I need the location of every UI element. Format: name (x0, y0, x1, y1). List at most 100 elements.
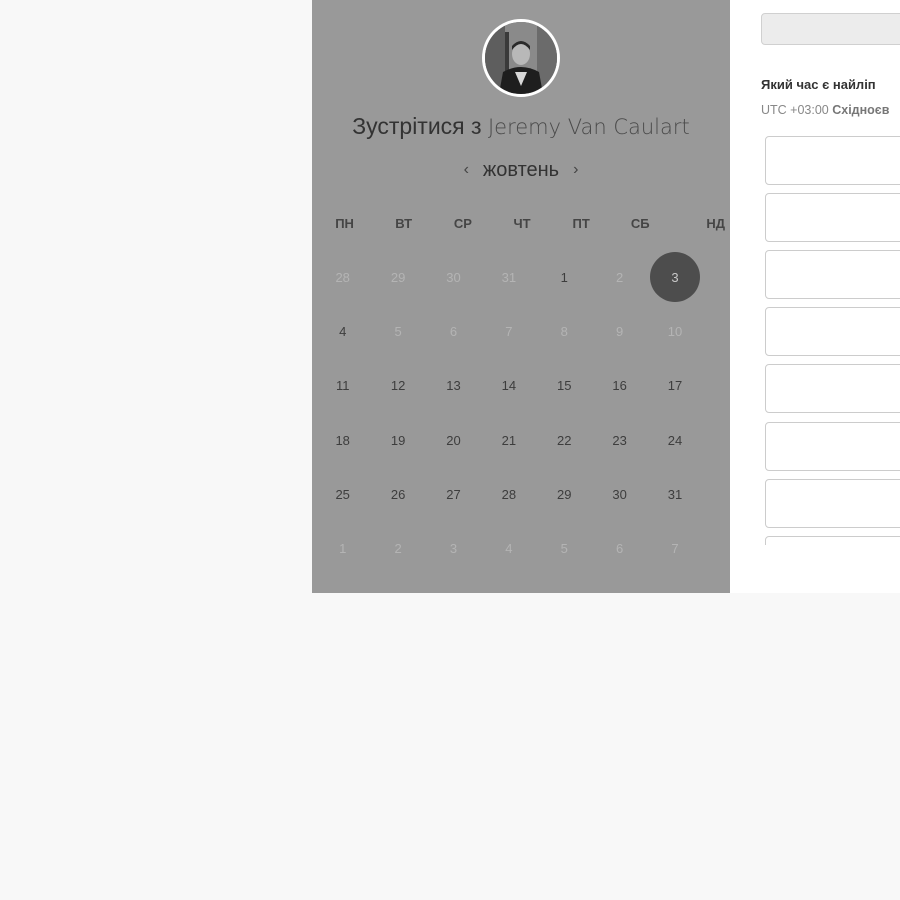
calendar-day-label: 28 (501, 486, 517, 502)
calendar-day[interactable]: 12 (370, 359, 425, 413)
calendar-day-label: 2 (616, 269, 624, 285)
calendar-day[interactable]: 22 (537, 413, 592, 467)
top-field[interactable] (761, 13, 900, 45)
calendar-day[interactable]: 18 (315, 413, 370, 467)
calendar-day-label: 18 (335, 432, 350, 448)
weekday-header: ПН ВТ СР ЧТ ПТ СБ НД (315, 216, 729, 231)
calendar-day: 6 (592, 521, 647, 575)
calendar-day[interactable]: 21 (481, 413, 536, 467)
time-slot[interactable] (765, 479, 900, 528)
calendar-day[interactable]: 25 (315, 467, 370, 521)
calendar-day-label: 4 (505, 541, 513, 557)
calendar-day[interactable]: 4 (315, 304, 370, 358)
calendar-day[interactable]: 16 (592, 359, 647, 413)
calendar-day[interactable]: 24 (647, 413, 702, 467)
calendar-day-label: 3 (449, 541, 458, 557)
calendar-day-label: 26 (390, 486, 406, 502)
calendar-day-label: 30 (446, 269, 461, 285)
time-slot[interactable] (765, 307, 900, 356)
calendar-day-label: 31 (667, 486, 683, 502)
calendar-day[interactable]: 30 (592, 467, 647, 521)
list-clip (730, 545, 900, 593)
calendar-day-label: 19 (390, 432, 406, 448)
calendar-day: 10 (647, 304, 702, 358)
time-slots-panel: Який час є найліп UTC +03:00 Східноєв (730, 0, 900, 593)
calendar-day[interactable]: 11 (315, 359, 370, 413)
calendar-day-label: 13 (446, 378, 461, 394)
calendar-day: 1 (315, 521, 370, 575)
calendar-day[interactable]: 20 (426, 413, 481, 467)
calendar-day[interactable]: 17 (647, 359, 702, 413)
calendar-day-label: 6 (449, 323, 458, 339)
time-slot[interactable] (765, 136, 900, 185)
calendar-day-label: 15 (557, 378, 572, 394)
calendar-day-label: 8 (560, 323, 568, 339)
calendar-day[interactable]: 27 (426, 467, 481, 521)
host-avatar (482, 19, 560, 97)
calendar-day-label: 14 (501, 378, 517, 394)
calendar-day: 2 (592, 250, 647, 304)
calendar-day-label: 21 (501, 432, 517, 448)
host-photo (485, 22, 557, 94)
chevron-right-icon[interactable]: › (559, 161, 592, 179)
calendar-day[interactable]: 29 (537, 467, 592, 521)
calendar-day-label: 11 (335, 378, 350, 394)
calendar-day: 6 (426, 304, 481, 358)
calendar-day-label: 29 (390, 269, 406, 285)
calendar-day-label: 5 (394, 323, 402, 339)
calendar-day: 3 (426, 521, 481, 575)
calendar-day: 28 (315, 250, 370, 304)
calendar-day-label: 5 (560, 541, 568, 557)
weekday-label: ПН (335, 216, 354, 231)
weekday-label: ВТ (395, 216, 413, 231)
calendar-day-label: 30 (612, 486, 627, 502)
calendar-day[interactable]: 1 (537, 250, 592, 304)
calendar-day: 7 (647, 521, 702, 575)
calendar-day-label: 22 (557, 432, 572, 448)
calendar-day: 7 (481, 304, 536, 358)
time-slot[interactable] (765, 193, 900, 242)
calendar-day-label: 2 (394, 541, 402, 557)
time-slot[interactable] (765, 250, 900, 299)
calendar-day: 2 (370, 521, 425, 575)
calendar-day-label: 23 (612, 432, 627, 448)
meeting-title: Зустрітися з Jeremy Van Caulart (312, 113, 730, 140)
calendar-day[interactable]: 31 (647, 467, 702, 521)
calendar-day-label: 4 (339, 323, 347, 339)
current-month: жовтень (482, 159, 560, 181)
calendar-day: 8 (537, 304, 592, 358)
calendar-day[interactable]: 15 (537, 359, 592, 413)
calendar-days-grid: 28 29 30 31 1 2 3 4 5 6 7 8 9 10 11 12 13 14 15 16 17 18 19 20 2… (315, 250, 701, 576)
calendar-day-label: 12 (390, 378, 406, 394)
calendar-day-label: 29 (557, 486, 572, 502)
calendar-day[interactable]: 26 (370, 467, 425, 521)
timezone-name: Східноєв (832, 103, 890, 117)
calendar-day-label: 24 (667, 432, 683, 448)
time-slot[interactable] (765, 364, 900, 413)
calendar-day[interactable]: 13 (426, 359, 481, 413)
calendar-day: 9 (592, 304, 647, 358)
weekday-label: СБ (630, 216, 650, 231)
calendar-day-label: 28 (335, 269, 350, 285)
calendar-day[interactable]: 28 (481, 467, 536, 521)
calendar-day-label: 27 (446, 486, 461, 502)
timezone-label[interactable]: UTC +03:00 Східноєв (761, 103, 889, 117)
time-slot[interactable] (765, 422, 900, 471)
calendar-day: 31 (481, 250, 536, 304)
month-navigation: ‹ жовтень › (312, 159, 730, 182)
calendar-day-label: 25 (335, 486, 350, 502)
chevron-left-icon[interactable]: ‹ (450, 161, 483, 179)
weekday-label: СР (453, 216, 472, 231)
calendar-day-selected[interactable]: 3 (647, 250, 702, 304)
calendar-day: 5 (370, 304, 425, 358)
calendar-day: 29 (370, 250, 425, 304)
utc-offset: UTC +03:00 (761, 103, 829, 117)
calendar-day[interactable]: 23 (592, 413, 647, 467)
calendar-day[interactable]: 14 (481, 359, 536, 413)
calendar-day[interactable]: 19 (370, 413, 425, 467)
weekday-label: ПТ (572, 216, 590, 231)
calendar-day-label: 6 (616, 541, 624, 557)
weekday-label: НД (706, 216, 725, 231)
calendar-day-label: 7 (671, 541, 679, 557)
meeting-title-prefix: Зустрітися з (352, 113, 482, 139)
